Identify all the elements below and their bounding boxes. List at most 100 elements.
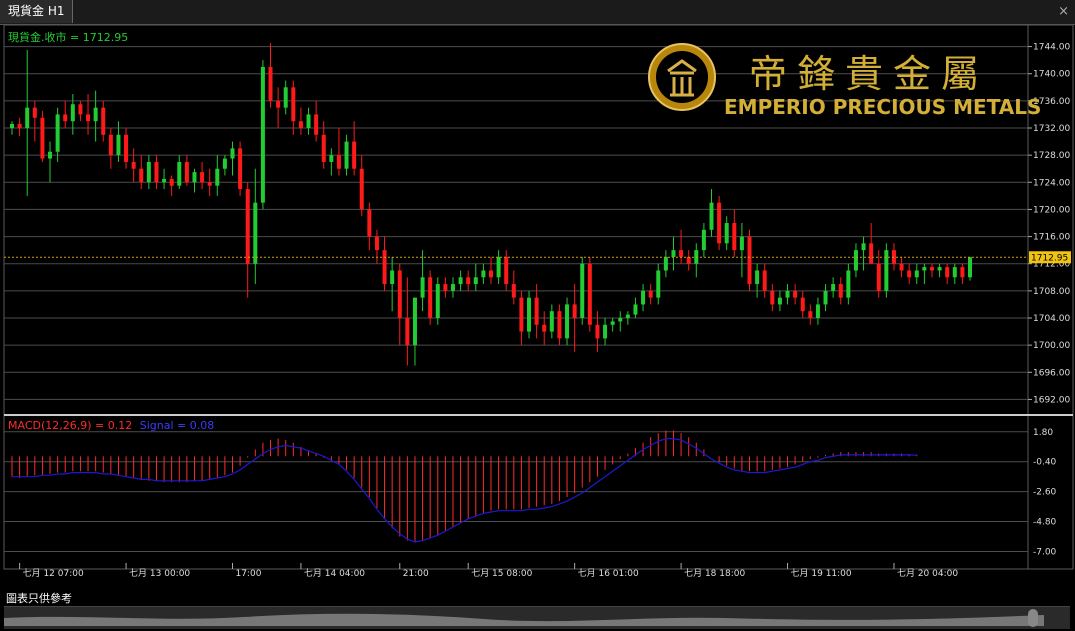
close-icon[interactable]: × bbox=[1058, 4, 1069, 19]
candle-body bbox=[861, 243, 866, 251]
candle-body bbox=[367, 209, 372, 237]
candle-body bbox=[960, 267, 965, 278]
candle-body bbox=[131, 161, 136, 169]
candle-body bbox=[549, 311, 554, 332]
price-tick-label: 1728.00 bbox=[1033, 151, 1070, 161]
logo-english: EMPERIO PRECIOUS METALS bbox=[724, 95, 1041, 119]
candle-body bbox=[420, 277, 425, 298]
candle-body bbox=[344, 141, 349, 169]
candle-body bbox=[473, 277, 478, 285]
candle-body bbox=[945, 267, 950, 278]
candle-body bbox=[390, 270, 395, 285]
candle-body bbox=[504, 256, 509, 285]
candle-body bbox=[314, 114, 319, 135]
candle-body bbox=[770, 290, 775, 305]
candle-body bbox=[952, 267, 957, 278]
candle-body bbox=[283, 87, 288, 108]
candle-body bbox=[40, 117, 45, 159]
time-tick-label: 七月 19 11:00 bbox=[791, 568, 852, 579]
candle-body bbox=[177, 161, 182, 186]
candle-body bbox=[557, 311, 562, 339]
candle-body bbox=[245, 189, 250, 264]
candle-body bbox=[572, 304, 577, 318]
price-tick-label: 1740.00 bbox=[1033, 70, 1070, 80]
price-tick-label: 1724.00 bbox=[1033, 178, 1070, 188]
candle-body bbox=[610, 321, 615, 325]
candle-body bbox=[139, 168, 144, 183]
candle-body bbox=[405, 318, 410, 346]
price-tick-label: 1716.00 bbox=[1033, 233, 1070, 243]
time-tick-label: 七月 18 18:00 bbox=[684, 568, 745, 579]
candle-body bbox=[412, 297, 417, 346]
price-tick-label: 1744.00 bbox=[1033, 43, 1070, 53]
candle-body bbox=[587, 263, 592, 325]
candle-body bbox=[70, 104, 75, 122]
macd-tick-label: -4.80 bbox=[1033, 518, 1057, 528]
candle-body bbox=[93, 107, 98, 122]
candle-body bbox=[336, 155, 341, 169]
candle-body bbox=[63, 114, 68, 122]
chart-tab[interactable]: 現貨金 H1 bbox=[0, 0, 74, 23]
candle-body bbox=[359, 168, 364, 210]
candle-body bbox=[10, 123, 14, 128]
candle-body bbox=[815, 304, 820, 318]
candle-body bbox=[108, 134, 113, 156]
candle-body bbox=[709, 202, 714, 230]
time-tick-label: 21:00 bbox=[403, 569, 429, 579]
candle-body bbox=[397, 270, 402, 318]
candle-body bbox=[922, 267, 927, 271]
scroll-preview bbox=[4, 613, 1044, 626]
candle-body bbox=[686, 256, 691, 264]
chart-scrollbar[interactable] bbox=[4, 606, 1070, 629]
time-tick-label: 七月 14 04:00 bbox=[304, 568, 365, 579]
candle-body bbox=[215, 168, 220, 186]
candle-body bbox=[291, 87, 296, 122]
candle-body bbox=[884, 250, 889, 291]
candle-body bbox=[154, 161, 159, 183]
candle-body bbox=[238, 148, 243, 190]
candle-body bbox=[747, 236, 752, 285]
candle-body bbox=[679, 250, 684, 257]
chart[interactable]: 1744.001740.001736.001732.001728.001724.… bbox=[0, 25, 1075, 585]
candle-body bbox=[907, 270, 912, 278]
candle-body bbox=[876, 263, 881, 291]
candle-body bbox=[808, 311, 813, 318]
signal-title-text: Signal = 0.08 bbox=[140, 419, 215, 432]
time-tick-label: 七月 20 04:00 bbox=[897, 568, 958, 579]
candle-body bbox=[48, 151, 53, 159]
scroll-handle[interactable] bbox=[1028, 609, 1038, 627]
candle-body bbox=[101, 107, 106, 135]
candle-body bbox=[633, 304, 638, 315]
candle-body bbox=[276, 100, 281, 108]
candle-body bbox=[671, 250, 676, 257]
candle-body bbox=[656, 270, 661, 298]
candle-body bbox=[192, 172, 197, 183]
candle-body bbox=[603, 324, 608, 339]
candle-body bbox=[458, 277, 463, 285]
macd-tick-label: 1.80 bbox=[1033, 428, 1053, 438]
candle-body bbox=[785, 290, 790, 298]
candle-body bbox=[846, 270, 851, 298]
candle-body bbox=[169, 178, 174, 186]
candle-body bbox=[207, 182, 212, 186]
candle-body bbox=[580, 263, 585, 318]
candle-body bbox=[914, 270, 919, 278]
price-tick-label: 1708.00 bbox=[1033, 287, 1070, 297]
time-tick-label: 七月 13 00:00 bbox=[129, 568, 190, 579]
candle-body bbox=[230, 148, 235, 159]
candle-body bbox=[162, 178, 167, 183]
candle-body bbox=[450, 284, 455, 291]
candle-body bbox=[146, 161, 151, 183]
candle-body bbox=[519, 297, 524, 332]
price-tick-label: 1700.00 bbox=[1033, 341, 1070, 351]
candle-body bbox=[968, 257, 972, 278]
price-tick-label: 1732.00 bbox=[1033, 124, 1070, 134]
candle-body bbox=[435, 284, 440, 318]
macd-title: MACD(12,26,9) = 0.12 Signal = 0.08 bbox=[8, 419, 214, 432]
candle-body bbox=[929, 267, 934, 271]
candle-body bbox=[663, 256, 668, 271]
candle-body bbox=[78, 104, 83, 115]
candle-body bbox=[443, 284, 448, 291]
candle-body bbox=[648, 290, 653, 298]
candle-body bbox=[800, 297, 805, 312]
